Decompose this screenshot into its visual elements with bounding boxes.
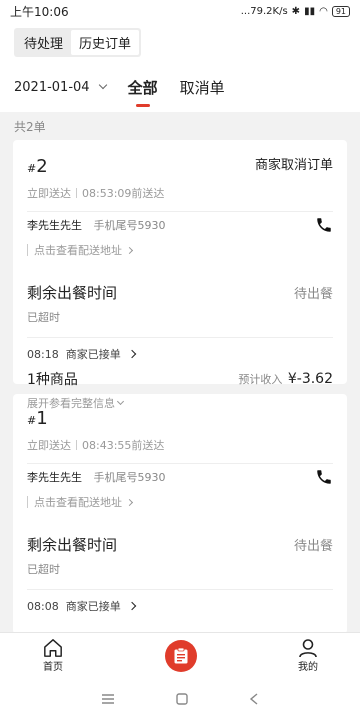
address-link[interactable]: 点击查看配送地址: [27, 244, 333, 257]
date-picker[interactable]: 2021-01-04: [14, 79, 107, 95]
customer-name: 李先生先生: [27, 219, 82, 232]
delivery-type: 立即送达: [27, 187, 71, 200]
delivery-info: 立即送达 08:53:09前送达: [27, 185, 333, 201]
meal-row: 剩余出餐时间 待出餐: [27, 282, 333, 303]
status-icons: ...79.2K/s ✱ ▮▮ ◠ 91: [240, 5, 350, 17]
header: 待处理 历史订单 2021-01-04 全部 取消单: [0, 22, 360, 112]
nav-mine[interactable]: 我的: [298, 638, 318, 673]
customer-info: 李先生先生 手机尾号5930: [27, 217, 166, 233]
home-icon: [44, 639, 62, 657]
customer-row: 李先生先生 手机尾号5930: [27, 463, 333, 486]
phone-tail: 手机尾号5930: [93, 471, 166, 484]
nav-mine-label: 我的: [298, 662, 318, 673]
divider: [76, 440, 77, 450]
nav-home-label: 首页: [43, 662, 63, 673]
accepted-text: 08:18 商家已接单: [27, 347, 121, 361]
customer-info: 李先生先生 手机尾号5930: [27, 469, 166, 485]
delivery-info: 立即送达 08:43:55前送达: [27, 437, 333, 453]
system-nav-bar: [0, 678, 360, 720]
user-icon: [299, 639, 317, 658]
customer-name: 李先生先生: [27, 471, 82, 484]
deliver-by: 08:43:55前送达: [82, 439, 165, 452]
phone-icon[interactable]: [315, 468, 333, 486]
segment-control: 待处理 历史订单: [14, 27, 142, 57]
overdue-label: 已超时: [27, 311, 60, 324]
order-card[interactable]: #2 商家取消订单 立即送达 08:53:09前送达 李先生先生 手机尾号593…: [13, 140, 347, 410]
address-link-label: 点击查看配送地址: [34, 496, 122, 509]
chevron-right-icon: [125, 246, 134, 254]
order-card[interactable]: #1 立即送达 08:43:55前送达 李先生先生 手机尾号5930 点击查看配…: [13, 394, 347, 634]
order-count: 共2单: [0, 112, 360, 140]
income-label: 预计收入: [238, 373, 283, 386]
meal-row: 剩余出餐时间 待出餐: [27, 534, 333, 555]
deliver-by: 08:53:09前送达: [82, 187, 165, 200]
menu-icon[interactable]: [101, 693, 115, 705]
meal-title: 剩余出餐时间: [27, 284, 118, 302]
overdue-label: 已超时: [27, 563, 60, 576]
accepted-row[interactable]: 08:08 商家已接单: [27, 589, 333, 615]
accepted-row[interactable]: 08:18 商家已接单: [27, 337, 333, 363]
customer-row: 李先生先生 手机尾号5930: [27, 211, 333, 234]
divider: [76, 188, 77, 198]
address-link[interactable]: 点击查看配送地址: [27, 496, 333, 509]
back-icon[interactable]: [249, 693, 259, 705]
bottom-nav: 首页 我的: [0, 632, 360, 678]
status-bar: 上午10:06 ...79.2K/s ✱ ▮▮ ◠ 91: [0, 0, 360, 22]
income-amount: ¥-3.62: [287, 371, 333, 387]
home-square-icon[interactable]: [176, 693, 188, 705]
meal-state: 待出餐: [293, 539, 333, 554]
order-number: #2: [27, 156, 48, 177]
meal-state: 待出餐: [293, 287, 333, 302]
status-time: 上午10:06: [10, 4, 69, 19]
chevron-right-icon: [125, 498, 134, 506]
order-header: #2 商家取消订单: [27, 140, 333, 177]
signal-icon: ▮▮: [304, 5, 316, 17]
income: 预计收入 ¥-3.62: [238, 371, 333, 387]
delivery-type: 立即送达: [27, 439, 71, 452]
segment-history[interactable]: 历史订单: [71, 29, 140, 55]
date-value: 2021-01-04: [14, 79, 90, 95]
chevron-right-icon: [127, 349, 136, 358]
phone-icon[interactable]: [315, 216, 333, 234]
battery-icon: 91: [331, 5, 350, 17]
clipboard-icon: [174, 647, 188, 663]
goods-count: 1种商品: [27, 372, 78, 388]
goods-row: 1种商品 预计收入 ¥-3.62: [27, 369, 333, 389]
phone-tail: 手机尾号5930: [93, 219, 166, 232]
tab-cancelled[interactable]: 取消单: [180, 77, 225, 98]
wifi-icon: ◠: [319, 5, 328, 17]
tab-all[interactable]: 全部: [128, 77, 158, 98]
orders-button[interactable]: [165, 639, 197, 672]
accepted-text: 08:08 商家已接单: [27, 599, 121, 613]
filter-row: 2021-01-04 全部 取消单: [0, 62, 360, 112]
net-speed: ...79.2K/s: [240, 5, 288, 17]
address-link-label: 点击查看配送地址: [34, 244, 122, 257]
chevron-down-icon: [98, 80, 107, 90]
chevron-right-icon: [127, 601, 136, 610]
meal-title: 剩余出餐时间: [27, 536, 118, 554]
order-number: #1: [27, 408, 48, 429]
order-status: 商家取消订单: [254, 158, 333, 173]
segment-bar: 待处理 历史订单: [0, 22, 360, 62]
bluetooth-icon: ✱: [291, 5, 301, 17]
nav-home[interactable]: 首页: [42, 638, 64, 673]
segment-pending[interactable]: 待处理: [16, 29, 72, 55]
